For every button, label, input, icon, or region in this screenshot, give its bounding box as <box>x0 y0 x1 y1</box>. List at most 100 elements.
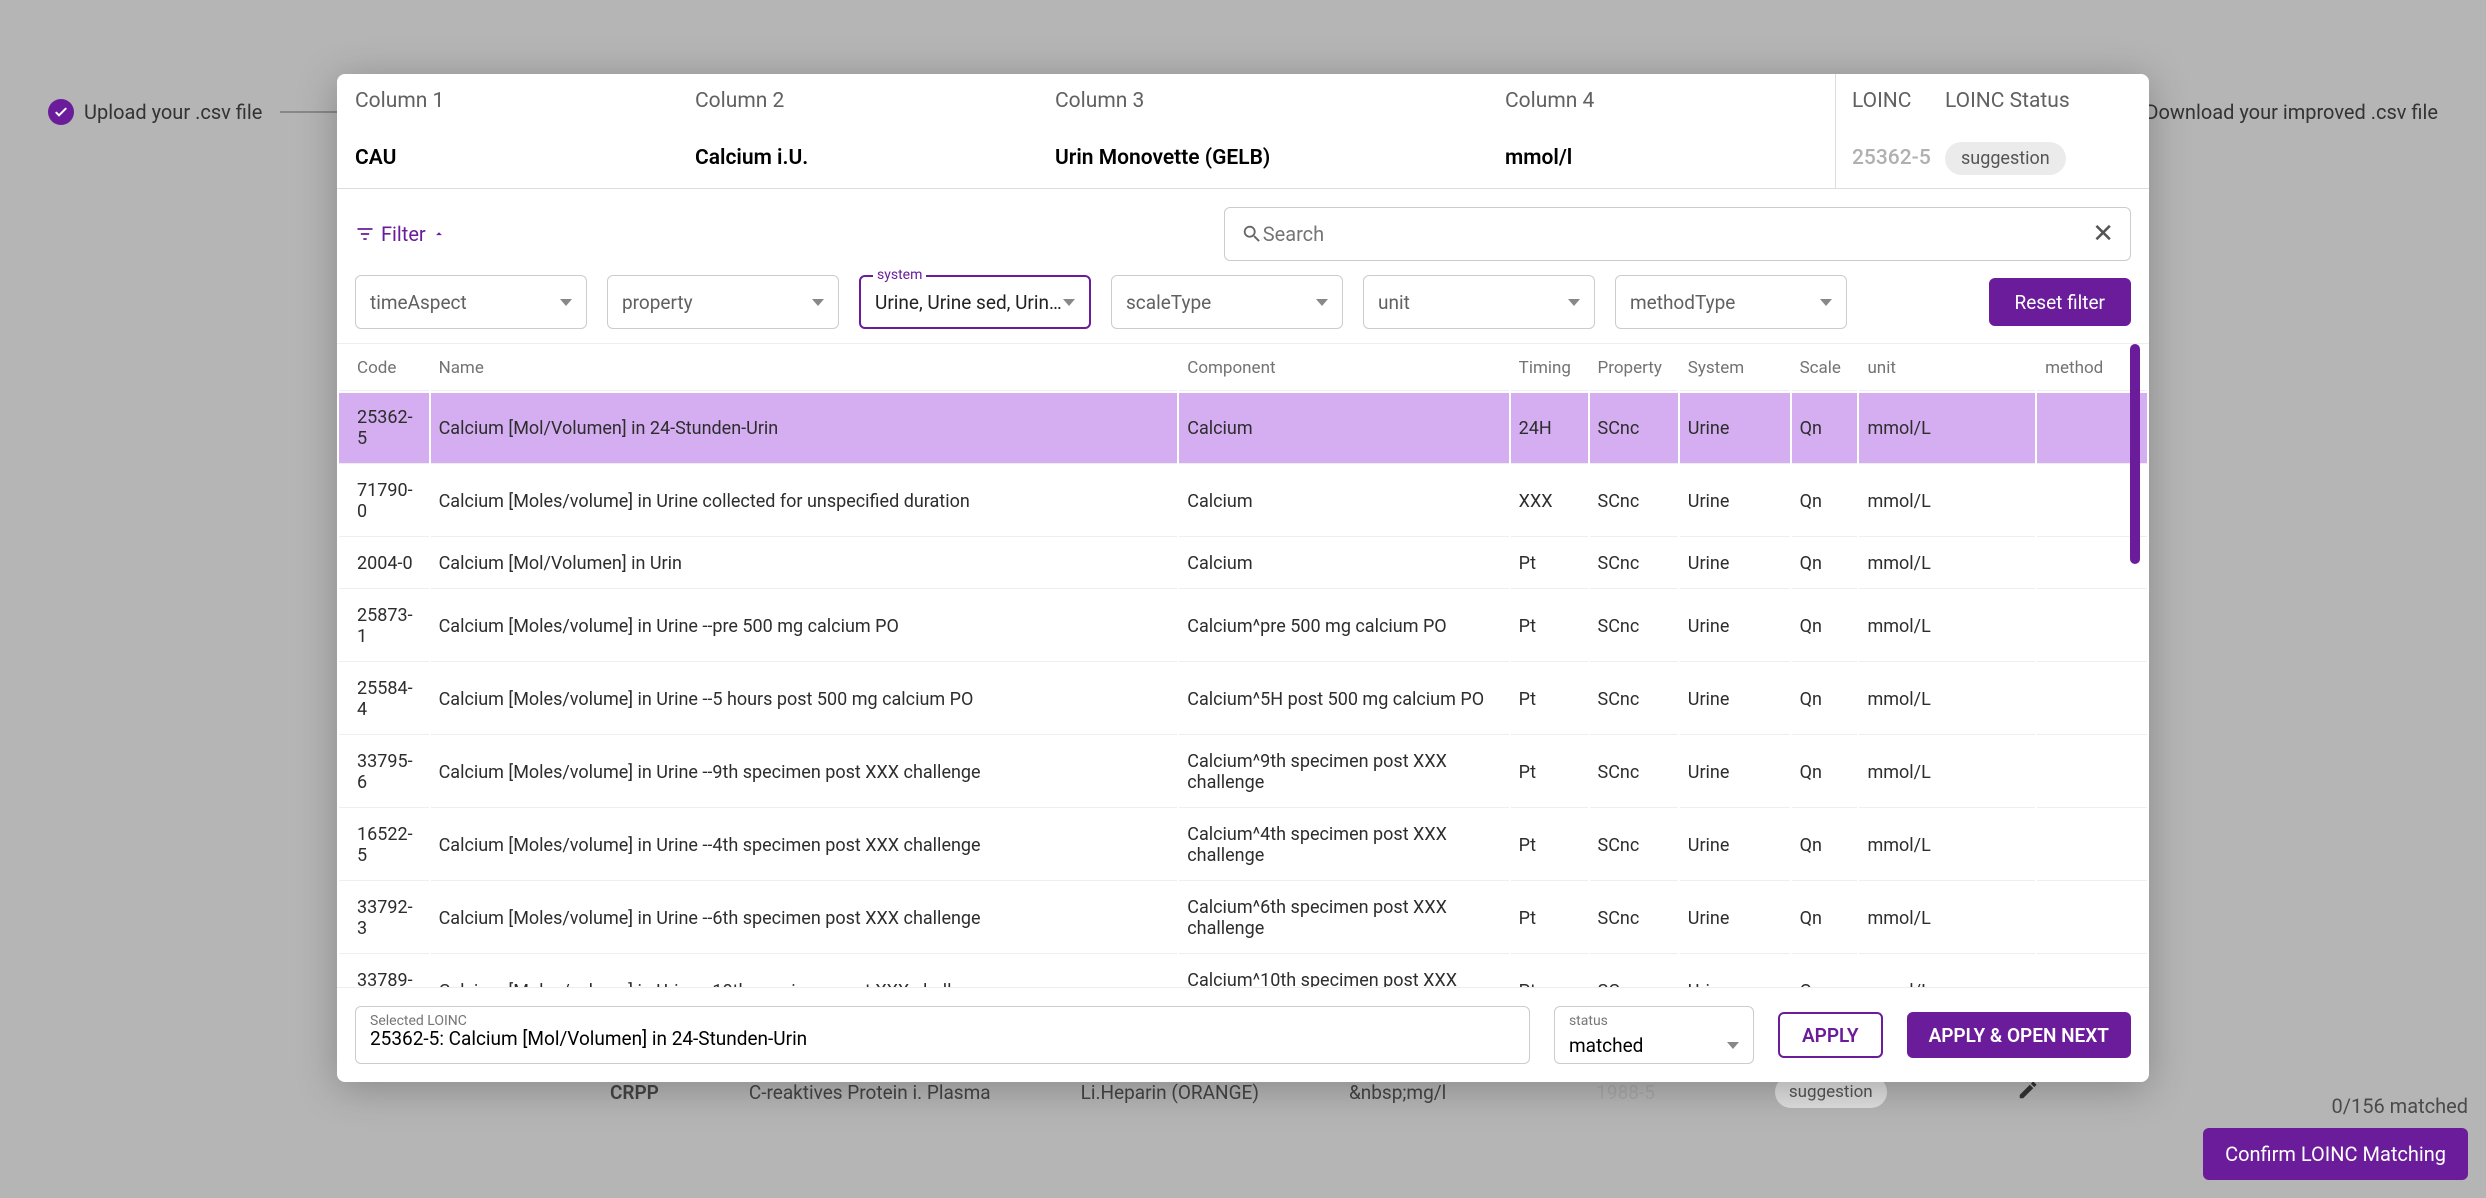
bg-code: CRPP <box>610 1081 659 1104</box>
filter-toggle[interactable]: Filter <box>355 222 446 246</box>
th-property[interactable]: Property <box>1590 346 1678 391</box>
filter-methodtype[interactable]: methodType <box>1615 275 1847 329</box>
cell-scale: Qn <box>1792 956 1858 987</box>
apply-button[interactable]: APPLY <box>1778 1012 1883 1058</box>
filter-property[interactable]: property <box>607 275 839 329</box>
scrollbar[interactable] <box>2130 344 2140 564</box>
cell-unit: mmol/L <box>1859 539 2035 589</box>
cell-system: Urine <box>1680 466 1790 537</box>
selected-loinc-value: 25362-5: Calcium [Mol/Volumen] in 24-Stu… <box>370 1027 807 1050</box>
cell-timing: XXX <box>1511 466 1588 537</box>
col4-value: mmol/l <box>1505 146 1835 170</box>
col4-header: Column 4 <box>1505 89 1835 113</box>
cell-method <box>2037 737 2147 808</box>
cell-method <box>2037 664 2147 735</box>
table-row[interactable]: 25584-4Calcium [Moles/volume] in Urine -… <box>339 664 2147 735</box>
loinc-header: LOINC <box>1835 74 1945 128</box>
cell-scale: Qn <box>1792 539 1858 589</box>
filter-timeaspect-label: timeAspect <box>370 291 467 314</box>
th-component[interactable]: Component <box>1179 346 1508 391</box>
table-row[interactable]: 33789-9Calcium [Moles/volume] in Urine -… <box>339 956 2147 987</box>
loinc-status-chip: suggestion <box>1945 142 2066 175</box>
chevron-down-icon <box>812 299 824 306</box>
filters-row: timeAspect property systemUrine, Urine s… <box>337 275 2149 343</box>
cell-timing: Pt <box>1511 591 1588 662</box>
cell-unit: mmol/L <box>1859 591 2035 662</box>
cell-name: Calcium [Moles/volume] in Urine --10th s… <box>431 956 1178 987</box>
cell-property: SCnc <box>1590 737 1678 808</box>
search-input[interactable] <box>1263 222 2092 246</box>
filter-timeaspect[interactable]: timeAspect <box>355 275 587 329</box>
th-system[interactable]: System <box>1680 346 1790 391</box>
cell-property: SCnc <box>1590 664 1678 735</box>
bg-col4: &nbsp;mg/l <box>1349 1081 1446 1104</box>
search-box[interactable]: ✕ <box>1224 207 2131 261</box>
cell-scale: Qn <box>1792 737 1858 808</box>
cell-property: SCnc <box>1590 956 1678 987</box>
cell-name: Calcium [Mol/Volumen] in Urin <box>431 539 1178 589</box>
cell-scale: Qn <box>1792 591 1858 662</box>
confirm-matching-button[interactable]: Confirm LOINC Matching <box>2203 1128 2468 1180</box>
step4-label: Download your improved .csv file <box>2145 100 2438 124</box>
cell-property: SCnc <box>1590 466 1678 537</box>
status-value: matched <box>1569 1034 1643 1057</box>
filter-system-value: Urine, Urine sed, Urine+S... <box>875 291 1063 314</box>
modal-header: Column 1 Column 2 Column 3 Column 4 LOIN… <box>337 74 2149 189</box>
col2-header: Column 2 <box>695 89 1055 113</box>
cell-code: 33789-9 <box>339 956 429 987</box>
filter-system[interactable]: systemUrine, Urine sed, Urine+S... <box>859 275 1091 329</box>
cell-timing: Pt <box>1511 810 1588 881</box>
cell-property: SCnc <box>1590 393 1678 464</box>
match-count: 0/156 matched <box>2203 1094 2468 1118</box>
cell-timing: Pt <box>1511 956 1588 987</box>
filter-bar: Filter ✕ <box>337 189 2149 275</box>
cell-system: Urine <box>1680 664 1790 735</box>
bg-loinc: 1988-5 <box>1596 1081 1655 1104</box>
table-row[interactable]: 33792-3Calcium [Moles/volume] in Urine -… <box>339 883 2147 954</box>
cell-system: Urine <box>1680 393 1790 464</box>
filter-label: Filter <box>381 222 426 246</box>
table-row[interactable]: 16522-5Calcium [Moles/volume] in Urine -… <box>339 810 2147 881</box>
filter-scaletype[interactable]: scaleType <box>1111 275 1343 329</box>
filter-unit[interactable]: unit <box>1363 275 1595 329</box>
cell-code: 33795-6 <box>339 737 429 808</box>
cell-name: Calcium [Moles/volume] in Urine collecte… <box>431 466 1178 537</box>
cell-component: Calcium^6th specimen post XXX challenge <box>1179 883 1508 954</box>
filter-property-label: property <box>622 291 693 314</box>
table-row[interactable]: 2004-0Calcium [Mol/Volumen] in UrinCalci… <box>339 539 2147 589</box>
cell-code: 16522-5 <box>339 810 429 881</box>
cell-system: Urine <box>1680 591 1790 662</box>
table-row[interactable]: 25362-5Calcium [Mol/Volumen] in 24-Stund… <box>339 393 2147 464</box>
cell-method <box>2037 883 2147 954</box>
th-code[interactable]: Code <box>339 346 429 391</box>
cell-method <box>2037 810 2147 881</box>
table-header-row: Code Name Component Timing Property Syst… <box>339 346 2147 391</box>
step1-label: Upload your .csv file <box>84 100 262 124</box>
selected-loinc-field[interactable]: Selected LOINC 25362-5: Calcium [Mol/Vol… <box>355 1006 1530 1064</box>
cell-property: SCnc <box>1590 883 1678 954</box>
clear-search-icon[interactable]: ✕ <box>2092 219 2114 249</box>
cell-code: 25584-4 <box>339 664 429 735</box>
filter-unit-label: unit <box>1378 291 1410 314</box>
th-name[interactable]: Name <box>431 346 1178 391</box>
th-scale[interactable]: Scale <box>1792 346 1858 391</box>
filter-methodtype-label: methodType <box>1630 291 1735 314</box>
table-row[interactable]: 33795-6Calcium [Moles/volume] in Urine -… <box>339 737 2147 808</box>
table-row[interactable]: 71790-0Calcium [Moles/volume] in Urine c… <box>339 466 2147 537</box>
loinc-match-modal: Column 1 Column 2 Column 3 Column 4 LOIN… <box>337 74 2149 1082</box>
filter-system-floatlabel: system <box>873 267 926 283</box>
cell-scale: Qn <box>1792 810 1858 881</box>
th-timing[interactable]: Timing <box>1511 346 1588 391</box>
cell-system: Urine <box>1680 737 1790 808</box>
table-row[interactable]: 25873-1Calcium [Moles/volume] in Urine -… <box>339 591 2147 662</box>
status-select[interactable]: status matched <box>1554 1006 1754 1064</box>
cell-code: 25362-5 <box>339 393 429 464</box>
th-unit[interactable]: unit <box>1859 346 2035 391</box>
cell-unit: mmol/L <box>1859 883 2035 954</box>
bg-col3: Li.Heparin (ORANGE) <box>1081 1081 1259 1104</box>
pencil-icon[interactable] <box>2017 1079 2039 1106</box>
chevron-down-icon <box>1568 299 1580 306</box>
reset-filter-button[interactable]: Reset filter <box>1989 278 2131 326</box>
chevron-down-icon <box>560 299 572 306</box>
apply-open-next-button[interactable]: APPLY & OPEN NEXT <box>1907 1012 2131 1058</box>
